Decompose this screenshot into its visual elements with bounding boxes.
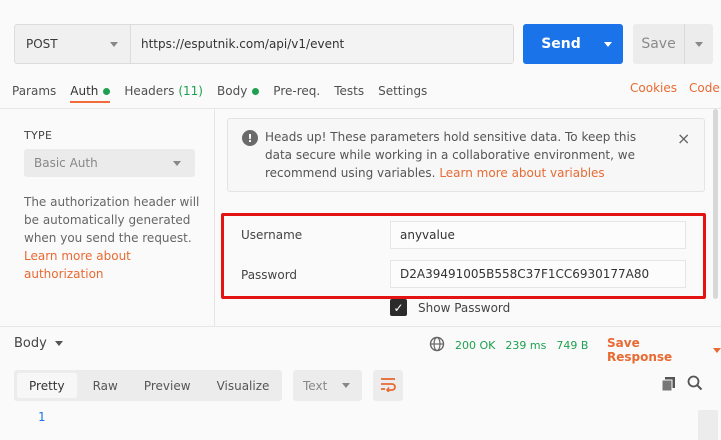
chevron-down-icon: [342, 383, 350, 388]
line-number: 1: [38, 410, 46, 424]
chevron-down-icon: [604, 41, 612, 47]
url-input[interactable]: https://esputnik.com/api/v1/event: [131, 25, 513, 63]
wrap-lines-icon: [379, 376, 397, 395]
username-field[interactable]: anyvalue: [390, 221, 686, 249]
password-field[interactable]: D2A39491005B558C37F1CC6930177A80: [390, 260, 686, 288]
panel-divider: [214, 109, 215, 327]
save-response-button[interactable]: Save Response: [607, 336, 721, 364]
save-button[interactable]: Save: [633, 24, 713, 64]
tab-pretty[interactable]: Pretty: [17, 373, 77, 398]
status-dot-icon: [103, 87, 111, 95]
tab-auth[interactable]: Auth: [70, 84, 111, 103]
tab-headers[interactable]: Headers (11): [124, 84, 203, 98]
response-status: 200 OK 239 ms 749 B: [429, 336, 588, 355]
learn-more-auth-link[interactable]: Learn more about authorization: [24, 247, 154, 283]
response-view-tabs: Pretty Raw Preview Visualize: [14, 370, 282, 401]
send-button[interactable]: Send: [523, 24, 623, 64]
request-bar: POST https://esputnik.com/api/v1/event: [14, 24, 514, 64]
tab-label: Params: [12, 84, 57, 98]
tab-preview[interactable]: Preview: [131, 370, 204, 401]
globe-icon: [429, 336, 445, 355]
format-value: Text: [303, 378, 328, 393]
tab-label: Tests: [334, 84, 365, 98]
save-response-label: Save Response: [607, 336, 673, 364]
search-icon[interactable]: [687, 375, 703, 394]
tab-params[interactable]: Params: [12, 84, 56, 98]
format-select[interactable]: Text: [293, 370, 362, 401]
tab-label: Pre-req.: [273, 84, 321, 98]
chevron-down-icon: [713, 347, 721, 353]
tab-tests[interactable]: Tests: [334, 84, 364, 98]
method-label: POST: [26, 37, 58, 51]
tab-label: Auth: [70, 84, 99, 98]
chevron-down-icon: [173, 160, 181, 166]
password-label: Password: [241, 268, 298, 282]
show-password-label: Show Password: [418, 300, 511, 315]
tab-settings[interactable]: Settings: [378, 84, 427, 98]
copy-icon[interactable]: [661, 376, 677, 395]
code-link[interactable]: Code: [689, 81, 720, 95]
username-label: Username: [241, 228, 303, 242]
close-icon[interactable]: ×: [677, 129, 690, 148]
tab-raw[interactable]: Raw: [80, 370, 131, 401]
wrap-lines-button[interactable]: [373, 370, 403, 401]
alert-text: Heads up! These parameters hold sensitiv…: [265, 128, 665, 182]
sensitive-data-alert: ! Heads up! These parameters hold sensit…: [227, 118, 705, 192]
scrollbar[interactable]: [713, 109, 718, 299]
tab-label: Headers: [124, 84, 175, 98]
cookies-link[interactable]: Cookies: [630, 81, 677, 95]
response-scrollbar[interactable]: [698, 410, 718, 440]
status-dot-icon: [252, 87, 260, 95]
auth-type-value: Basic Auth: [34, 156, 98, 170]
chevron-down-icon: [110, 41, 118, 47]
send-dropdown[interactable]: [593, 24, 623, 64]
response-size: 749 B: [556, 339, 589, 352]
auth-description: The authorization header will be automat…: [24, 195, 200, 245]
type-label: TYPE: [24, 129, 53, 142]
tab-links: Cookies Code: [618, 81, 720, 95]
response-divider: [0, 326, 721, 327]
response-body-label: Body: [14, 336, 47, 351]
show-password-toggle[interactable]: ✓ Show Password: [390, 299, 510, 316]
checkmark-icon[interactable]: ✓: [390, 299, 407, 316]
tab-body[interactable]: Body: [217, 84, 260, 98]
response-body-toggle[interactable]: Body: [14, 336, 63, 351]
send-label: Send: [541, 36, 581, 52]
chevron-down-icon: [695, 41, 703, 47]
learn-more-variables-link[interactable]: Learn more about variables: [439, 166, 604, 180]
auth-type-select[interactable]: Basic Auth: [24, 149, 195, 177]
status-code: 200 OK: [455, 339, 496, 352]
chevron-down-icon: [54, 341, 63, 346]
request-tabs: Params Auth Headers (11) Body Pre-req. Te…: [12, 81, 441, 103]
save-label: Save: [633, 24, 685, 64]
save-dropdown[interactable]: [685, 24, 713, 64]
response-time: 239 ms: [505, 339, 547, 352]
tab-label: Settings: [378, 84, 428, 98]
tab-visualize[interactable]: Visualize: [204, 370, 283, 401]
info-icon: !: [242, 130, 258, 146]
tabs-divider: [0, 108, 721, 109]
headers-count: (11): [178, 84, 203, 98]
tab-pre-request[interactable]: Pre-req.: [273, 84, 320, 98]
tab-label: Body: [217, 84, 248, 98]
method-select[interactable]: POST: [15, 25, 131, 63]
